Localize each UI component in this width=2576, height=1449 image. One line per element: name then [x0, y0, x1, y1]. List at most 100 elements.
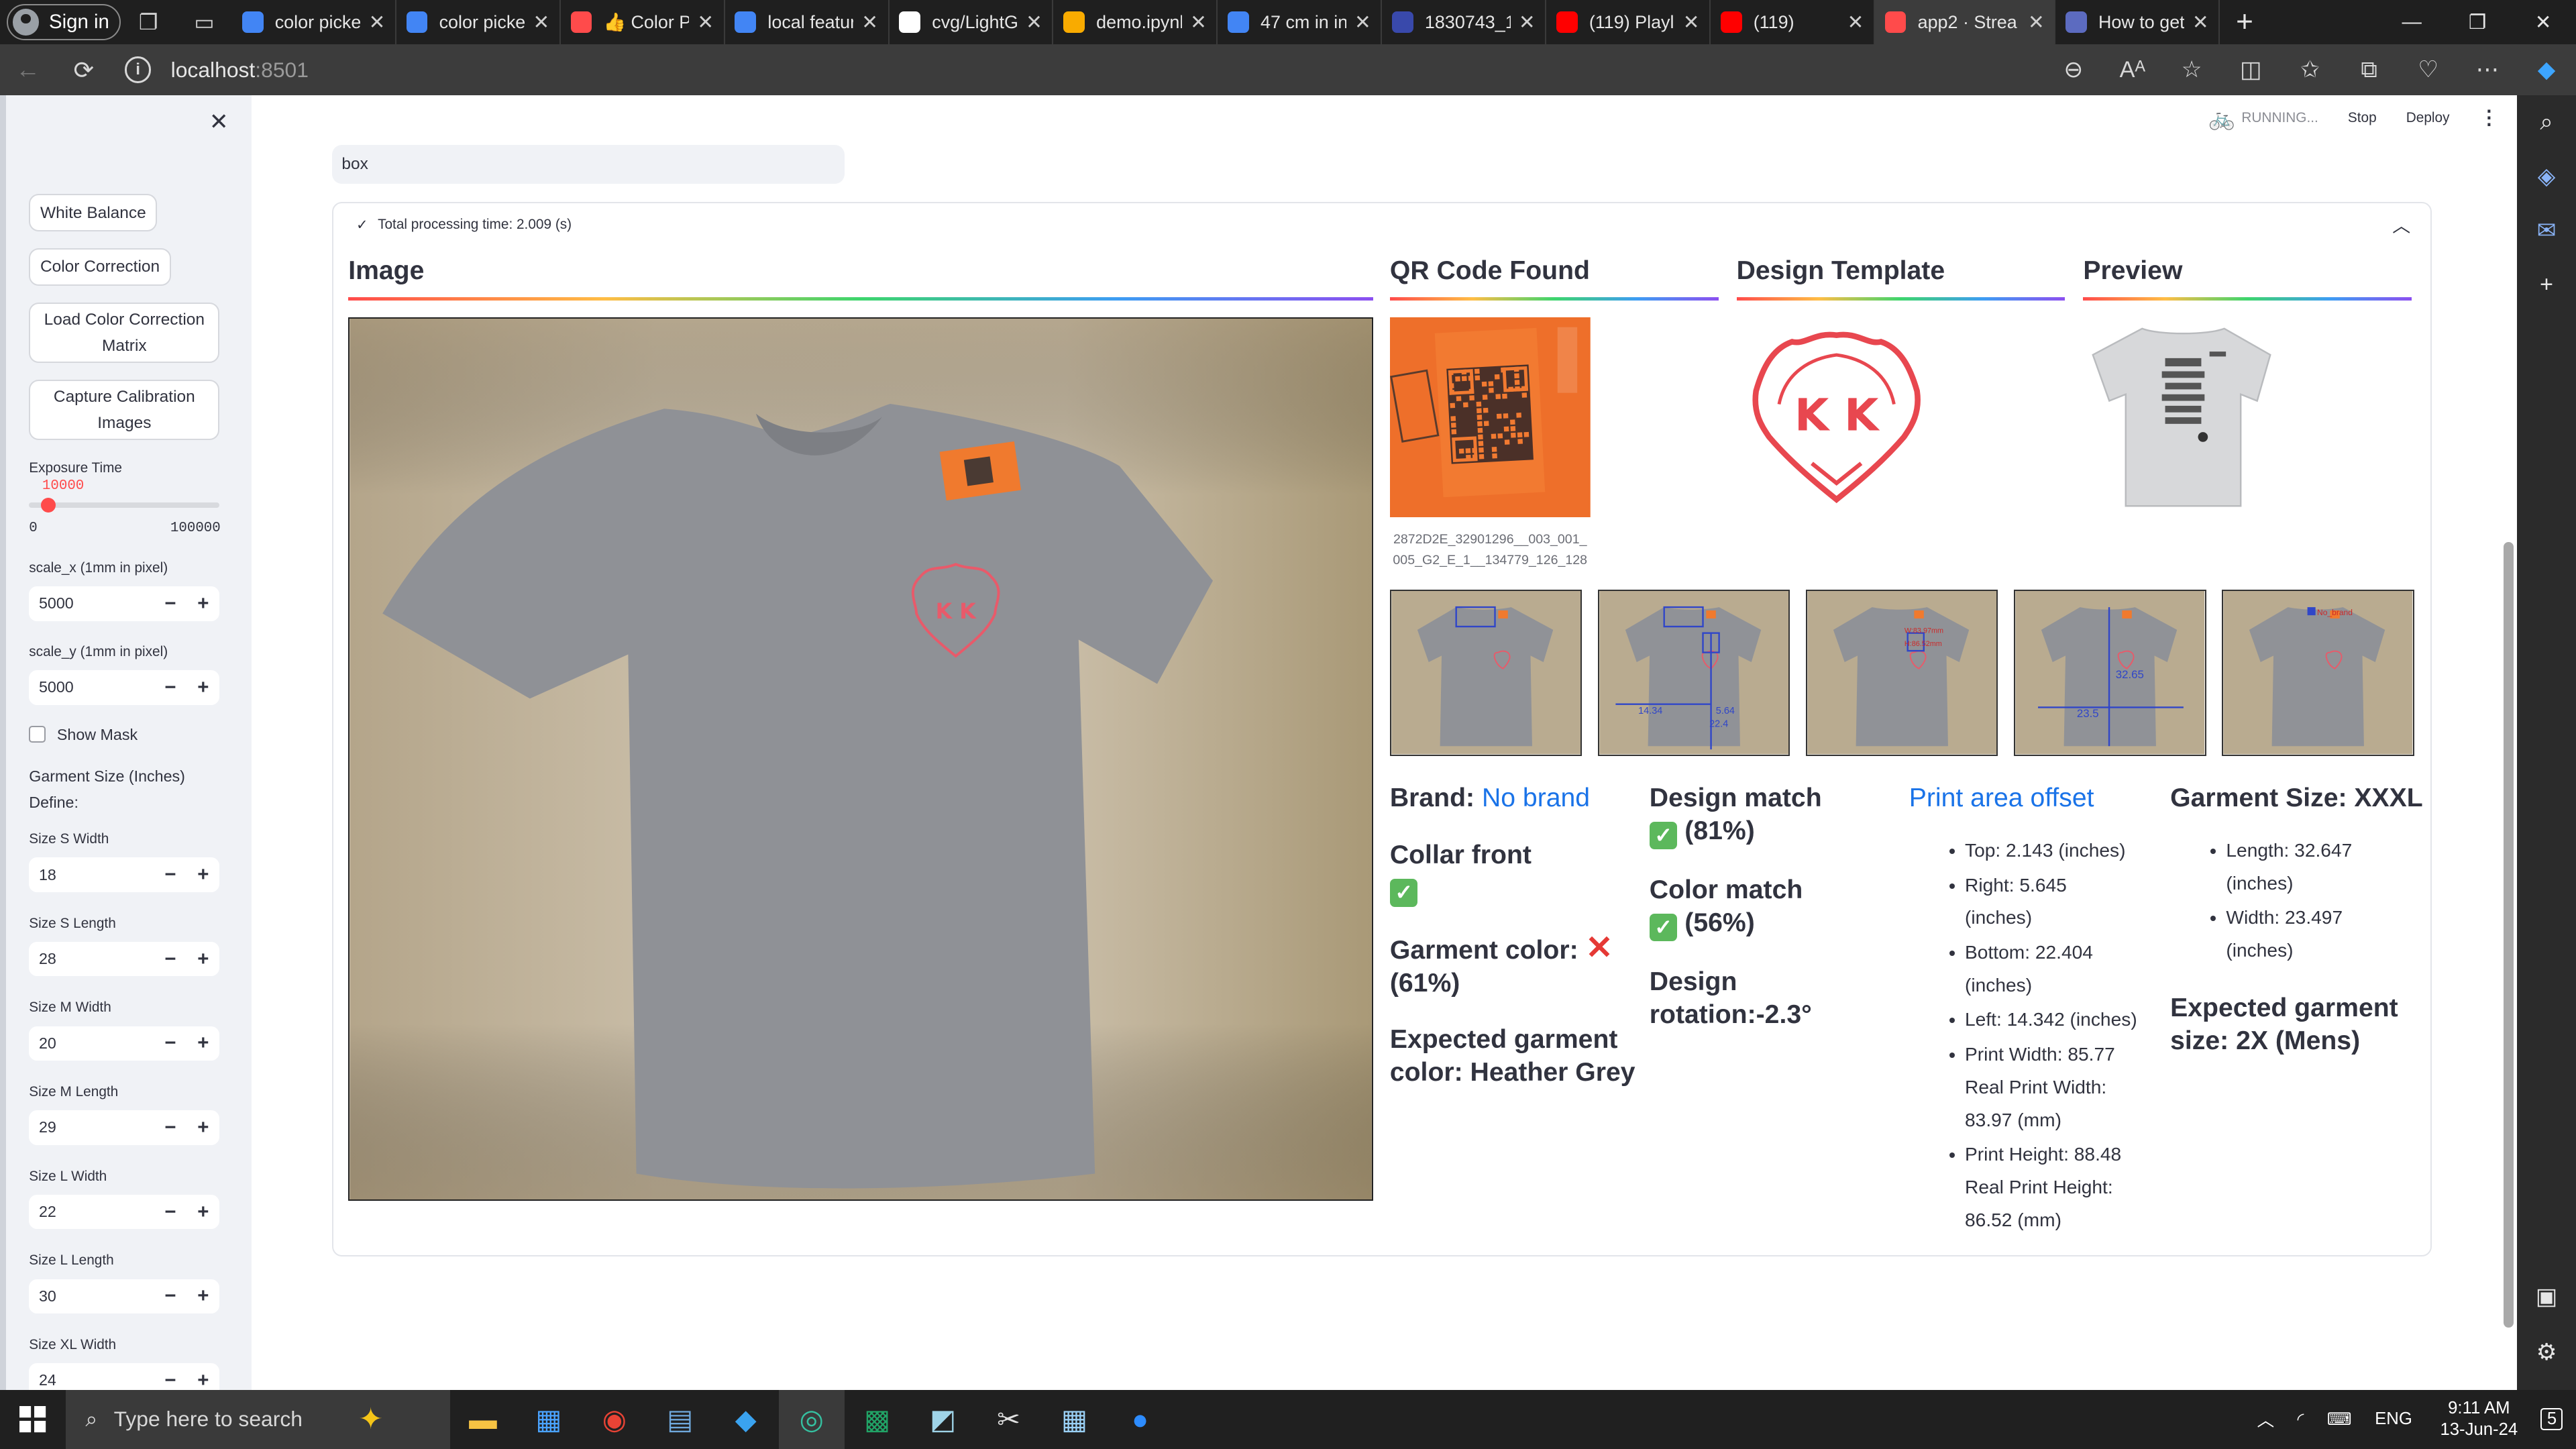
settings-gear-icon[interactable]: ⚙	[2517, 1326, 2576, 1380]
size-input[interactable]: 18− +	[29, 857, 220, 892]
zoom-icon[interactable]: ⊖	[2044, 56, 2103, 83]
size-decrement-button[interactable]: −	[154, 1285, 186, 1307]
clock[interactable]: 9:11 AM 13-Jun-24	[2440, 1398, 2518, 1441]
browser-tab[interactable]: How to get ✕	[2055, 0, 2220, 45]
sign-in-button[interactable]: Sign in	[6, 4, 121, 40]
favorite-star-icon[interactable]: ☆	[2162, 56, 2221, 83]
size-increment-button[interactable]: +	[186, 1201, 219, 1224]
tray-chevron-icon[interactable]: ︿	[2257, 1407, 2275, 1432]
browser-tab[interactable]: 👍 Color Pi ✕	[561, 0, 725, 45]
more-menu-icon[interactable]: ⋯	[2458, 56, 2517, 83]
capture-calibration-images-button[interactable]: Capture Calibration Images	[29, 379, 220, 441]
copilot-icon[interactable]: ◆	[2517, 56, 2576, 83]
size-increment-button[interactable]: +	[186, 1032, 219, 1055]
close-tab-icon[interactable]: ✕	[2028, 11, 2045, 34]
browser-tab[interactable]: color picker ✕	[232, 0, 396, 45]
collapse-chevron-icon[interactable]: ︿	[2392, 211, 2410, 237]
size-value[interactable]: 28	[29, 950, 154, 968]
workspaces-icon[interactable]: ❐	[121, 0, 176, 44]
browser-tab[interactable]: 47 cm in inc ✕	[1218, 0, 1383, 45]
edge-icon[interactable]: ◎	[778, 1389, 845, 1449]
screen-icon[interactable]: ▣	[2517, 1270, 2576, 1324]
scale-x-increment-button[interactable]: +	[186, 592, 219, 615]
wifi-icon[interactable]: ◜	[2298, 1409, 2304, 1430]
close-tab-icon[interactable]: ✕	[1190, 11, 1207, 34]
size-input[interactable]: 24− +	[29, 1363, 220, 1390]
size-input[interactable]: 22− +	[29, 1194, 220, 1230]
size-decrement-button[interactable]: −	[154, 948, 186, 971]
browser-tab[interactable]: (119) ✕	[1711, 0, 1875, 45]
new-tab-button[interactable]: +	[2220, 5, 2269, 39]
show-mask-checkbox[interactable]	[29, 726, 46, 743]
scale-y-decrement-button[interactable]: −	[154, 676, 186, 699]
back-icon[interactable]: ←	[0, 56, 56, 84]
close-tab-icon[interactable]: ✕	[861, 11, 878, 34]
size-increment-button[interactable]: +	[186, 863, 219, 886]
taskbar-search[interactable]: ⌕ Type here to search ✦	[65, 1389, 451, 1449]
close-tab-icon[interactable]: ✕	[697, 11, 714, 34]
load-color-correction-matrix-button[interactable]: Load Color Correction Matrix	[29, 302, 220, 364]
browser-tab[interactable]: app2 · Strea ✕	[1874, 0, 2056, 45]
browser-tab[interactable]: (119) Playlis ✕	[1546, 0, 1711, 45]
store-icon[interactable]: ▦	[516, 1390, 582, 1449]
browser-tab[interactable]: cvg/LightGl ✕	[890, 0, 1054, 45]
size-value[interactable]: 18	[29, 866, 154, 884]
size-value[interactable]: 22	[29, 1203, 154, 1221]
size-input[interactable]: 30− +	[29, 1279, 220, 1313]
size-decrement-button[interactable]: −	[154, 1369, 186, 1390]
chrome-icon[interactable]: ◉	[582, 1390, 647, 1449]
close-tab-icon[interactable]: ✕	[369, 11, 386, 34]
exposure-slider-thumb[interactable]	[40, 498, 56, 513]
size-increment-button[interactable]: +	[186, 1116, 219, 1139]
close-tab-icon[interactable]: ✕	[1519, 11, 1536, 34]
size-value[interactable]: 30	[29, 1287, 154, 1305]
remote-desktop-icon[interactable]: ▤	[647, 1390, 713, 1449]
calculator-icon[interactable]: ▦	[1042, 1390, 1108, 1449]
close-tab-icon[interactable]: ✕	[1847, 11, 1864, 34]
performance-icon[interactable]: ♡	[2399, 56, 2458, 83]
scale-x-value[interactable]: 5000	[29, 594, 154, 612]
size-value[interactable]: 29	[29, 1118, 154, 1136]
close-window-button[interactable]: ✕	[2510, 0, 2576, 44]
size-increment-button[interactable]: +	[186, 948, 219, 971]
language-indicator[interactable]: ENG	[2375, 1409, 2412, 1429]
close-tab-icon[interactable]: ✕	[1354, 11, 1371, 34]
scale-y-value[interactable]: 5000	[29, 678, 154, 696]
size-input[interactable]: 29− +	[29, 1110, 220, 1145]
size-input[interactable]: 20− +	[29, 1026, 220, 1061]
close-tab-icon[interactable]: ✕	[1026, 11, 1042, 34]
refresh-icon[interactable]: ⟳	[56, 56, 111, 85]
excel-icon[interactable]: ▩	[845, 1390, 910, 1449]
url-field[interactable]: i localhost:8501	[125, 44, 2044, 95]
close-tab-icon[interactable]: ✕	[2192, 11, 2209, 34]
main-menu-icon[interactable]: ⋮	[2479, 106, 2499, 129]
copilot-sidebar-icon[interactable]: ◈	[2517, 150, 2576, 204]
size-input[interactable]: 28− +	[29, 942, 220, 977]
add-icon[interactable]: +	[2517, 258, 2576, 312]
stop-button[interactable]: Stop	[2348, 110, 2377, 126]
page-scrollbar[interactable]	[2504, 542, 2514, 1328]
scale-y-input[interactable]: 5000 − +	[29, 670, 220, 705]
notifications-icon[interactable]: 5	[2540, 1408, 2563, 1431]
scale-x-input[interactable]: 5000 − +	[29, 586, 220, 621]
start-button[interactable]	[0, 1390, 66, 1449]
browser-tab[interactable]: color picker ✕	[396, 0, 561, 45]
deploy-button[interactable]: Deploy	[2406, 110, 2450, 126]
browser-tab[interactable]: 1830743_1.j ✕	[1382, 0, 1547, 45]
browser-tab[interactable]: demo.ipynb ✕	[1053, 0, 1218, 45]
minimize-button[interactable]: —	[2379, 0, 2445, 44]
read-aloud-icon[interactable]: Aᴬ	[2103, 57, 2162, 83]
snipping-tool-icon[interactable]: ✂	[976, 1390, 1042, 1449]
keyboard-icon[interactable]: ⌨	[2327, 1409, 2352, 1430]
white-balance-button[interactable]: White Balance	[29, 193, 158, 232]
zoom-app-icon[interactable]: ●	[1108, 1390, 1173, 1449]
scale-y-increment-button[interactable]: +	[186, 676, 219, 699]
tab-actions-icon[interactable]: ▭	[176, 0, 232, 44]
size-increment-button[interactable]: +	[186, 1285, 219, 1307]
app-icon[interactable]: ◩	[910, 1390, 976, 1449]
size-increment-button[interactable]: +	[186, 1369, 219, 1390]
outlook-icon[interactable]: ✉	[2517, 204, 2576, 258]
processing-time-header[interactable]: ✓ Total processing time: 2.009 (s)	[356, 217, 572, 233]
search-input[interactable]: box	[331, 144, 845, 184]
size-decrement-button[interactable]: −	[154, 1201, 186, 1224]
